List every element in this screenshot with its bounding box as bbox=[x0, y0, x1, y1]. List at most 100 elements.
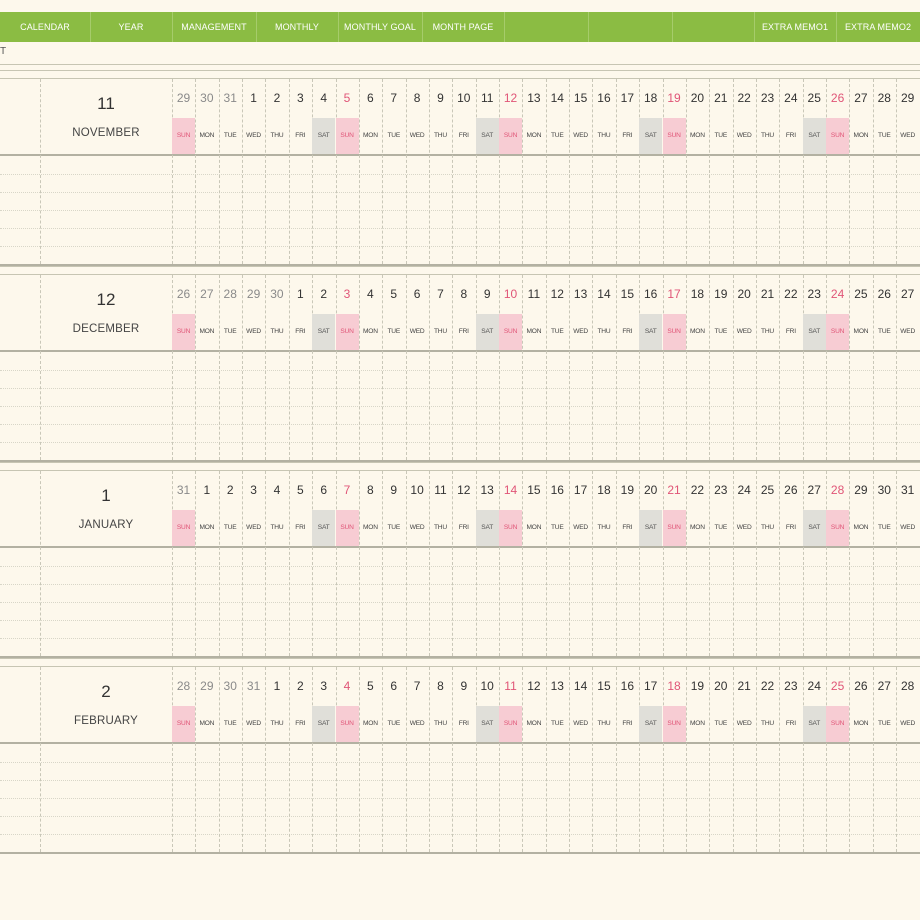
day-number[interactable]: 2 bbox=[219, 483, 242, 497]
day-number[interactable]: 9 bbox=[452, 679, 475, 693]
day-number[interactable]: 5 bbox=[289, 483, 312, 497]
day-number[interactable]: 8 bbox=[406, 91, 429, 105]
day-number[interactable]: 29 bbox=[172, 91, 195, 105]
day-number[interactable]: 6 bbox=[312, 483, 335, 497]
day-number[interactable]: 22 bbox=[756, 679, 779, 693]
day-number[interactable]: 13 bbox=[546, 679, 569, 693]
day-number[interactable]: 14 bbox=[592, 287, 615, 301]
day-number[interactable]: 29 bbox=[242, 287, 265, 301]
day-number[interactable]: 6 bbox=[406, 287, 429, 301]
day-number[interactable]: 18 bbox=[686, 287, 709, 301]
day-number[interactable]: 31 bbox=[172, 483, 195, 497]
tab-empty-8[interactable] bbox=[672, 12, 755, 42]
day-number[interactable]: 23 bbox=[803, 287, 826, 301]
day-number[interactable]: 12 bbox=[546, 287, 569, 301]
day-number[interactable]: 25 bbox=[756, 483, 779, 497]
day-number[interactable]: 12 bbox=[499, 91, 522, 105]
day-number[interactable]: 30 bbox=[265, 287, 288, 301]
day-number[interactable]: 24 bbox=[803, 679, 826, 693]
day-number[interactable]: 27 bbox=[803, 483, 826, 497]
day-number[interactable]: 17 bbox=[616, 91, 639, 105]
day-number[interactable]: 28 bbox=[896, 679, 919, 693]
day-number[interactable]: 26 bbox=[849, 679, 872, 693]
day-number[interactable]: 1 bbox=[289, 287, 312, 301]
day-number[interactable]: 22 bbox=[686, 483, 709, 497]
day-number[interactable]: 17 bbox=[639, 679, 662, 693]
day-number[interactable]: 27 bbox=[873, 679, 896, 693]
day-number[interactable]: 9 bbox=[476, 287, 499, 301]
day-number[interactable]: 11 bbox=[429, 483, 452, 497]
day-number[interactable]: 10 bbox=[476, 679, 499, 693]
day-number[interactable]: 18 bbox=[592, 483, 615, 497]
day-number[interactable]: 10 bbox=[406, 483, 429, 497]
day-number[interactable]: 3 bbox=[242, 483, 265, 497]
day-number[interactable]: 3 bbox=[289, 91, 312, 105]
day-number[interactable]: 15 bbox=[522, 483, 545, 497]
tab-year[interactable]: YEAR bbox=[90, 12, 173, 42]
day-number[interactable]: 28 bbox=[219, 287, 242, 301]
day-number[interactable]: 6 bbox=[359, 91, 382, 105]
day-number[interactable]: 14 bbox=[499, 483, 522, 497]
day-number[interactable]: 27 bbox=[849, 91, 872, 105]
day-number[interactable]: 22 bbox=[779, 287, 802, 301]
day-number[interactable]: 2 bbox=[265, 91, 288, 105]
day-number[interactable]: 17 bbox=[663, 287, 686, 301]
day-number[interactable]: 22 bbox=[733, 91, 756, 105]
day-number[interactable]: 24 bbox=[779, 91, 802, 105]
day-number[interactable]: 1 bbox=[265, 679, 288, 693]
day-number[interactable]: 5 bbox=[336, 91, 359, 105]
day-number[interactable]: 14 bbox=[546, 91, 569, 105]
day-number[interactable]: 28 bbox=[172, 679, 195, 693]
day-number[interactable]: 7 bbox=[406, 679, 429, 693]
day-number[interactable]: 16 bbox=[546, 483, 569, 497]
day-number[interactable]: 27 bbox=[896, 287, 919, 301]
day-number[interactable]: 25 bbox=[849, 287, 872, 301]
day-number[interactable]: 5 bbox=[382, 287, 405, 301]
day-number[interactable]: 21 bbox=[733, 679, 756, 693]
day-number[interactable]: 3 bbox=[336, 287, 359, 301]
day-number[interactable]: 23 bbox=[756, 91, 779, 105]
day-number[interactable]: 30 bbox=[219, 679, 242, 693]
day-number[interactable]: 5 bbox=[359, 679, 382, 693]
day-number[interactable]: 11 bbox=[476, 91, 499, 105]
day-number[interactable]: 4 bbox=[336, 679, 359, 693]
day-number[interactable]: 23 bbox=[779, 679, 802, 693]
day-number[interactable]: 21 bbox=[709, 91, 732, 105]
day-number[interactable]: 1 bbox=[195, 483, 218, 497]
day-number[interactable]: 8 bbox=[452, 287, 475, 301]
day-number[interactable]: 25 bbox=[826, 679, 849, 693]
day-number[interactable]: 11 bbox=[499, 679, 522, 693]
tab-monthly-goal[interactable]: MONTHLY GOAL bbox=[338, 12, 423, 42]
tab-month-page[interactable]: MONTH PAGE bbox=[422, 12, 505, 42]
day-number[interactable]: 21 bbox=[756, 287, 779, 301]
day-number[interactable]: 9 bbox=[382, 483, 405, 497]
day-number[interactable]: 20 bbox=[709, 679, 732, 693]
day-number[interactable]: 28 bbox=[826, 483, 849, 497]
tab-empty-7[interactable] bbox=[588, 12, 673, 42]
day-number[interactable]: 27 bbox=[195, 287, 218, 301]
day-number[interactable]: 4 bbox=[265, 483, 288, 497]
day-number[interactable]: 26 bbox=[873, 287, 896, 301]
day-number[interactable]: 13 bbox=[569, 287, 592, 301]
day-number[interactable]: 15 bbox=[616, 287, 639, 301]
day-number[interactable]: 26 bbox=[826, 91, 849, 105]
day-number[interactable]: 13 bbox=[522, 91, 545, 105]
tab-monthly[interactable]: MONTHLY bbox=[256, 12, 339, 42]
day-number[interactable]: 29 bbox=[849, 483, 872, 497]
day-number[interactable]: 19 bbox=[709, 287, 732, 301]
tab-calendar[interactable]: CALENDAR bbox=[0, 12, 91, 42]
day-number[interactable]: 12 bbox=[452, 483, 475, 497]
day-number[interactable]: 31 bbox=[219, 91, 242, 105]
day-number[interactable]: 12 bbox=[522, 679, 545, 693]
day-number[interactable]: 19 bbox=[616, 483, 639, 497]
day-number[interactable]: 4 bbox=[359, 287, 382, 301]
day-number[interactable]: 11 bbox=[522, 287, 545, 301]
day-number[interactable]: 1 bbox=[242, 91, 265, 105]
day-number[interactable]: 6 bbox=[382, 679, 405, 693]
day-number[interactable]: 31 bbox=[242, 679, 265, 693]
day-number[interactable]: 19 bbox=[663, 91, 686, 105]
day-number[interactable]: 23 bbox=[709, 483, 732, 497]
day-number[interactable]: 14 bbox=[569, 679, 592, 693]
day-number[interactable]: 10 bbox=[499, 287, 522, 301]
day-number[interactable]: 13 bbox=[476, 483, 499, 497]
